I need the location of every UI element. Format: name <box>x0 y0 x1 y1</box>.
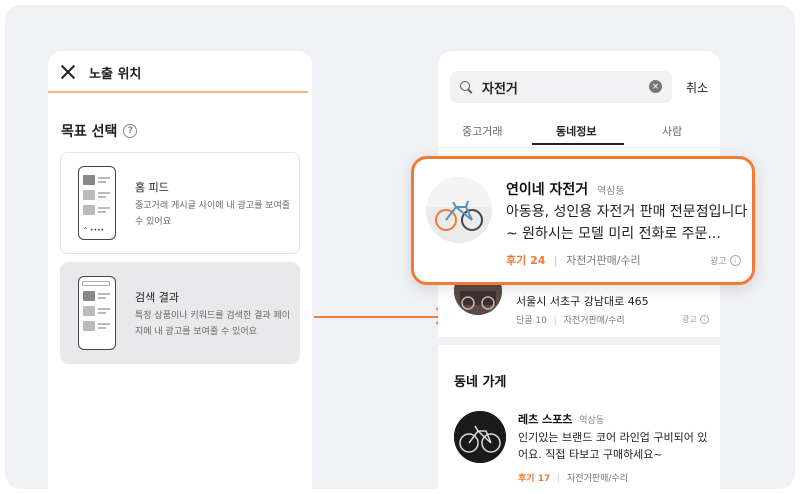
featured-store-name: 연이네 자전거 역삼동 <box>506 179 625 199</box>
option-desc: 특정 상품이나 키워드를 검색한 결과 페이지에 내 광고를 보여줄 수 있어요 <box>135 311 291 337</box>
nearby-category: 자전거판매/수리 <box>567 474 629 484</box>
store-category: 자전거판매/수리 <box>563 316 625 326</box>
phone-feed-icon: ^ •••• <box>78 166 116 240</box>
header-underline <box>48 91 308 93</box>
option-home-feed[interactable]: ^ •••• 홈 피드 중고거래 게시글 사이에 내 광고를 보여줄 수 있어요 <box>60 152 300 254</box>
search-bar[interactable]: 자전거 × <box>450 71 672 103</box>
panel-header: 노출 위치 <box>48 51 312 93</box>
featured-ad-label[interactable]: 광고 i <box>710 254 741 267</box>
arrow-line <box>314 316 438 318</box>
placement-panel: 노출 위치 목표 선택 ? ^ •••• 홈 피드 중고거래 게시글 사이에 내 <box>48 51 312 489</box>
featured-ad-text: 광고 <box>710 257 727 267</box>
tab-used-goods[interactable]: 중고거래 <box>462 123 502 139</box>
option-title: 검색 결과 <box>135 291 179 304</box>
clear-icon[interactable]: × <box>649 80 662 93</box>
nearby-heading: 동네 가게 <box>454 375 507 390</box>
tab-people[interactable]: 사람 <box>662 123 682 139</box>
featured-reviews: 후기 24 <box>506 254 546 267</box>
featured-category: 자전거판매/수리 <box>566 254 641 267</box>
nearby-store-desc: 인기있는 브랜드 코어 라인업 구비되어 있어요. 직접 타보고 구매하세요~ <box>518 431 708 461</box>
nearby-store-name: 레츠 스포츠 역삼동 <box>518 411 604 427</box>
search-query[interactable]: 자전거 <box>482 78 518 97</box>
nearby-store-avatar <box>454 411 506 463</box>
option-search-results[interactable]: 검색 결과 특정 상품이나 키워드를 검색한 결과 페이지에 내 광고를 보여줄… <box>60 262 300 364</box>
option-desc: 중고거래 게시글 사이에 내 광고를 보여줄 수 있어요 <box>135 201 291 227</box>
search-icon <box>460 81 472 93</box>
nearby-name-text: 레츠 스포츠 <box>518 413 573 426</box>
section-title: 목표 선택 ? <box>61 121 312 141</box>
info-icon[interactable]: i <box>729 255 741 266</box>
help-icon[interactable]: ? <box>123 124 138 138</box>
cancel-button[interactable]: 취소 <box>686 79 708 96</box>
tabs-divider <box>438 147 720 148</box>
tab-neighborhood-info[interactable]: 동네정보 <box>556 123 596 139</box>
featured-ad-card[interactable]: 연이네 자전거 역삼동 아동용, 성인용 자전거 판매 전문점입니다~ 원하시는… <box>411 156 755 285</box>
store-address: 서울시 서초구 강남대로 465 <box>516 295 649 308</box>
section-title-text: 목표 선택 <box>61 124 118 140</box>
featured-store-desc: 아동용, 성인용 자전거 판매 전문점입니다~ 원하시는 모델 미리 전화로 주… <box>506 204 748 242</box>
featured-store-avatar <box>426 177 492 243</box>
featured-location: 역삼동 <box>597 186 625 197</box>
regulars-count: 단골 10 <box>516 316 547 326</box>
store-meta: 단골 10 | 자전거판매/수리 <box>516 316 625 326</box>
ad-text: 광고 <box>682 315 697 324</box>
nearby-location: 역삼동 <box>579 416 605 426</box>
phone-search-icon <box>78 276 116 350</box>
ad-label[interactable]: 광고 i <box>682 314 709 325</box>
nearby-reviews: 후기 17 <box>518 474 551 484</box>
nearby-store-meta: 후기 17 | 자전거판매/수리 <box>518 474 629 484</box>
frame: 노출 위치 목표 선택 ? ^ •••• 홈 피드 중고거래 게시글 사이에 내 <box>5 5 795 489</box>
panel-title: 노출 위치 <box>89 66 142 82</box>
featured-name-text: 연이네 자전거 <box>506 182 589 198</box>
option-title: 홈 피드 <box>135 181 169 194</box>
close-icon[interactable] <box>61 65 75 79</box>
section-separator <box>438 337 720 345</box>
active-tab-indicator <box>532 143 624 145</box>
featured-store-meta: 후기 24 | 자전거판매/수리 <box>506 254 641 267</box>
info-icon[interactable]: i <box>699 315 709 324</box>
